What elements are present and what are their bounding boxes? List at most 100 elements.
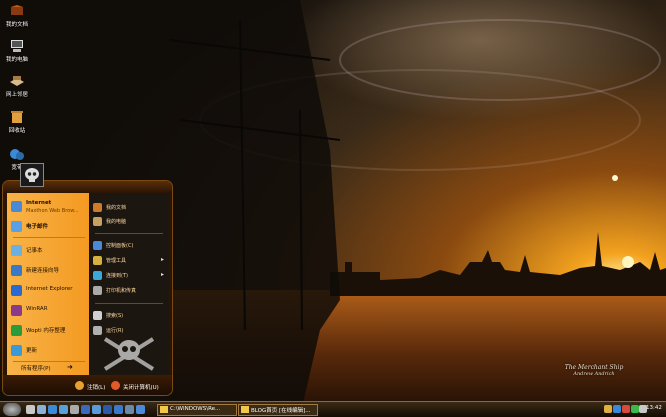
browser-icon — [11, 201, 22, 212]
right-item-label: 我的电脑 — [106, 219, 127, 225]
recent-winrar[interactable]: WinRAR — [9, 303, 89, 317]
start-menu: Internet Maxthon Web Brow... 电子邮件 记事本 新建… — [2, 180, 173, 396]
power-icon — [111, 381, 120, 390]
recent-title: 记事本 — [26, 248, 43, 254]
taskbar-task-explorer[interactable]: C:\WINDOWS\Re... — [157, 404, 237, 416]
start-menu-right-pane: 我的文档 我的电脑 控制面板(C) 管理工具 ▸ 连接到(T) ▸ 打印机和传真 — [89, 193, 169, 375]
taskbar: C:\WINDOWS\Re... BLOG首页 [在线编辑]... 13:42 — [0, 401, 666, 417]
menu-separator — [13, 361, 85, 362]
recent-title: 新建连接向导 — [26, 268, 60, 274]
right-item-label: 搜索(S) — [106, 313, 124, 319]
broadband-icon — [10, 149, 24, 160]
right-item-label: 连接到(T) — [106, 273, 128, 279]
menu-separator — [13, 237, 85, 238]
control-panel-icon — [93, 241, 102, 250]
printer-icon — [93, 286, 102, 295]
tray-icon-2[interactable] — [613, 405, 621, 413]
taskbar-task-blog[interactable]: BLOG首页 [在线编辑]... — [238, 404, 318, 416]
all-programs-label: 所有程序(P) — [21, 366, 51, 372]
right-item-label: 控制面板(C) — [106, 243, 134, 249]
right-item-label: 管理工具 — [106, 258, 127, 264]
winrar-icon — [11, 305, 22, 316]
start-button[interactable] — [3, 403, 21, 416]
wallpaper-signature: The Merchant Ship Andrew Andrich — [552, 364, 636, 377]
folder-icon — [160, 406, 168, 413]
pinned-internet[interactable]: Internet Maxthon Web Brow... — [9, 199, 89, 214]
desktop-icon-my-computer[interactable]: 我的电脑 — [2, 39, 32, 63]
quicklaunch-icon-8[interactable] — [103, 405, 112, 414]
quicklaunch-icon-5[interactable] — [70, 405, 79, 414]
my-computer-icon — [93, 217, 102, 226]
desktop-icon-label: 我的文档 — [5, 22, 28, 28]
skull-icon — [25, 168, 39, 182]
recent-title: Wopti 内存整理 — [26, 328, 66, 334]
recent-connection-wizard[interactable]: 新建连接向导 — [9, 263, 89, 277]
right-item-connect-to[interactable]: 连接到(T) ▸ — [91, 269, 167, 281]
quicklaunch-icon-6[interactable] — [81, 405, 90, 414]
recent-notepad[interactable]: 记事本 — [9, 243, 89, 257]
recent-update[interactable]: 更新 — [9, 343, 89, 357]
task-label: C:\WINDOWS\Re... — [170, 406, 221, 412]
desktop-icon-my-documents[interactable]: 我的文档 — [2, 4, 32, 28]
signature-line1: The Merchant Ship — [564, 364, 624, 371]
logoff-label: 注销(L) — [87, 385, 106, 391]
quicklaunch-icon-3[interactable] — [48, 405, 57, 414]
update-icon — [11, 345, 22, 356]
right-item-admin-tools[interactable]: 管理工具 ▸ — [91, 254, 167, 266]
tray-icon-4[interactable] — [631, 405, 639, 413]
notepad-icon — [11, 245, 22, 256]
right-item-my-computer[interactable]: 我的电脑 — [91, 215, 167, 227]
submenu-arrow-icon: ▸ — [160, 271, 164, 278]
recent-memory-tool[interactable]: Wopti 内存整理 — [9, 323, 89, 337]
pinned-title: 电子邮件 — [26, 224, 49, 230]
admin-tools-icon — [93, 256, 102, 265]
my-documents-icon — [93, 203, 102, 212]
menu-separator — [95, 233, 163, 234]
desktop-icon-recycle-bin[interactable]: 回收站 — [2, 110, 32, 134]
network-icon — [10, 76, 24, 86]
quicklaunch-icon-1[interactable] — [26, 405, 35, 414]
task-label: BLOG首页 [在线编辑]... — [251, 408, 311, 414]
desktop-icon-label: 网上邻居 — [5, 92, 28, 98]
pinned-email[interactable]: 电子邮件 — [9, 219, 89, 233]
search-icon — [93, 311, 102, 320]
quicklaunch-icon-9[interactable] — [114, 405, 123, 414]
recent-title: 更新 — [26, 348, 38, 354]
recent-title: WinRAR — [26, 306, 48, 312]
all-programs-button[interactable]: 所有程序(P) ➜ — [11, 363, 87, 373]
ie-icon — [11, 285, 22, 296]
tray-icon-1[interactable] — [604, 405, 612, 413]
email-icon — [11, 221, 22, 232]
right-item-control-panel[interactable]: 控制面板(C) — [91, 239, 167, 251]
skull-crossbones-icon — [103, 337, 155, 371]
signature-line2: Andrew Andrich — [573, 371, 615, 377]
right-item-printers[interactable]: 打印机和传真 — [91, 284, 167, 296]
quicklaunch-icon-2[interactable] — [37, 405, 46, 414]
desktop-icon-label: 我的电脑 — [5, 57, 28, 63]
taskbar-clock[interactable]: 13:42 — [646, 405, 662, 411]
right-item-label: 打印机和传真 — [106, 288, 137, 294]
pinned-subtitle: Maxthon Web Brow... — [26, 208, 79, 214]
start-menu-left-pane: Internet Maxthon Web Brow... 电子邮件 记事本 新建… — [7, 193, 89, 375]
right-item-label: 我的文档 — [106, 205, 127, 211]
pinned-title: Internet — [26, 200, 52, 206]
menu-separator — [95, 303, 163, 304]
connection-wizard-icon — [11, 265, 22, 276]
quicklaunch-icon-11[interactable] — [136, 405, 145, 414]
recycle-bin-icon — [11, 111, 23, 123]
recent-ie[interactable]: Internet Explorer — [9, 283, 89, 297]
computer-icon — [11, 40, 23, 52]
quicklaunch-icon-10[interactable] — [125, 405, 134, 414]
folder-icon — [241, 406, 249, 413]
arrow-right-icon: ➜ — [67, 363, 73, 371]
memory-tool-icon — [11, 325, 22, 336]
right-item-my-documents[interactable]: 我的文档 — [91, 201, 167, 213]
quicklaunch-icon-4[interactable] — [59, 405, 68, 414]
quicklaunch-icon-7[interactable] — [92, 405, 101, 414]
folder-documents-icon — [11, 5, 23, 15]
tray-icon-3[interactable] — [622, 405, 630, 413]
desktop-icon-network[interactable]: 网上邻居 — [2, 74, 32, 98]
right-item-search[interactable]: 搜索(S) — [91, 309, 167, 321]
user-avatar[interactable] — [20, 163, 44, 187]
start-menu-footer: 注销(L) 关闭计算机(U) — [3, 375, 172, 395]
